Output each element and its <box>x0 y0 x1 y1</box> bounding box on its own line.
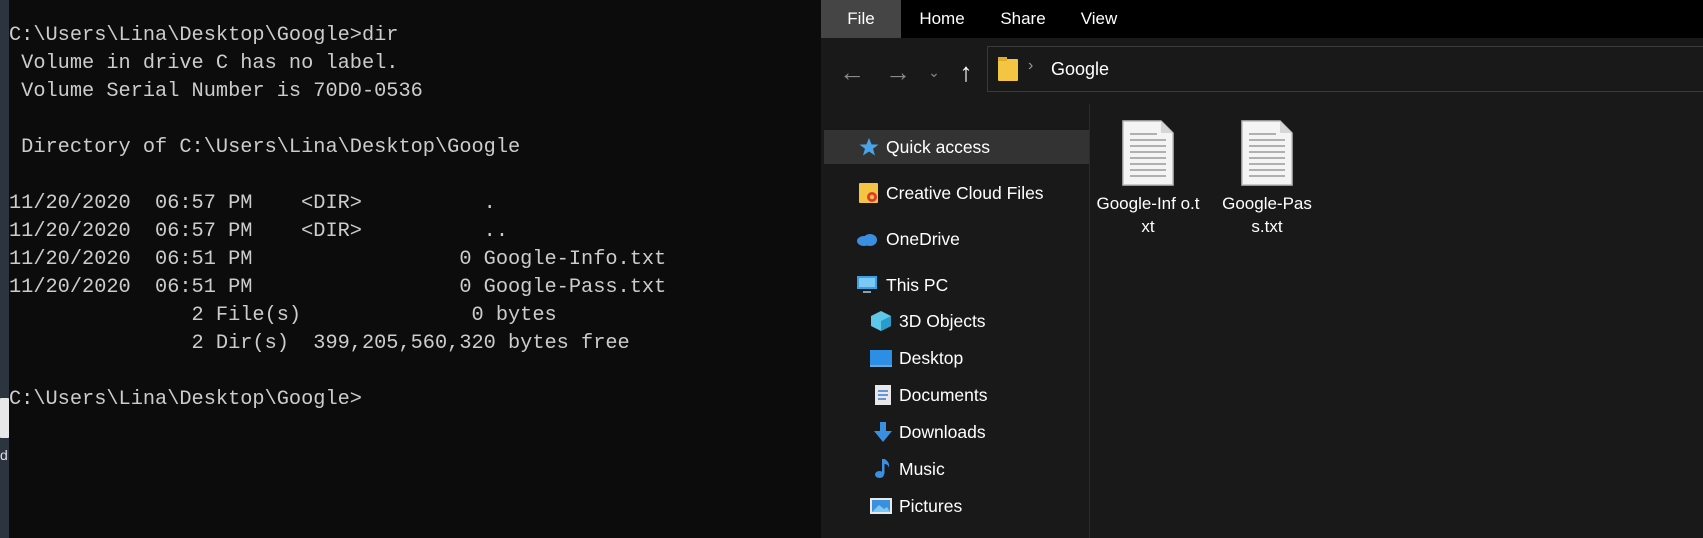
console-line: Directory of C:\Users\Lina\Desktop\Googl… <box>9 136 521 159</box>
music-note-icon <box>875 459 890 478</box>
file-name-label: Google-Inf o.txt <box>1096 194 1200 236</box>
up-arrow-icon[interactable]: ↑ <box>951 57 981 87</box>
back-arrow-icon[interactable]: ← <box>837 57 867 87</box>
nav-item-label: Pictures <box>899 496 963 516</box>
nav-item-label: 3D Objects <box>899 311 986 331</box>
onedrive-cloud-icon <box>857 234 877 246</box>
text-file-icon <box>1241 120 1293 186</box>
nav-item-label: Documents <box>899 385 988 405</box>
nav-item-label: Creative Cloud Files <box>886 183 1044 203</box>
navigation-pane: Quick access Creative Cloud Files OneDri… <box>821 104 1090 538</box>
breadcrumb-separator: › <box>1028 57 1034 74</box>
creative-cloud-folder-icon <box>859 183 878 203</box>
file-item-google-info[interactable]: Google-Inf o.txt <box>1095 104 1201 236</box>
desktop-icon-label: d <box>0 447 8 463</box>
nav-item-music[interactable]: Music <box>824 452 1089 486</box>
nav-item-label: Desktop <box>899 348 964 368</box>
console-line: Volume Serial Number is 70D0-0536 <box>9 80 423 103</box>
console-line: 11/20/2020 06:51 PM 0 Google-Info.txt <box>9 248 667 271</box>
download-arrow-icon <box>874 422 892 442</box>
breadcrumb-current-folder[interactable]: Google <box>1051 59 1109 80</box>
documents-icon <box>875 385 891 405</box>
nav-item-documents[interactable]: Documents <box>824 378 1089 412</box>
nav-item-label: Quick access <box>886 137 991 157</box>
nav-item-label: Music <box>899 459 945 479</box>
console-output: C:\Users\Lina\Desktop\Google>dir Volume … <box>9 22 666 414</box>
3d-objects-icon <box>871 311 891 331</box>
ribbon-tab-bar: File Home Share View <box>821 0 1703 38</box>
text-file-icon <box>1122 120 1174 186</box>
console-line: 2 Dir(s) 399,205,560,320 bytes free <box>9 332 630 355</box>
console-line: Volume in drive C has no label. <box>9 52 399 75</box>
tab-view[interactable]: View <box>1063 0 1135 38</box>
folder-icon <box>998 57 1018 81</box>
console-line: 11/20/2020 06:57 PM <DIR> . <box>9 192 496 215</box>
address-bar[interactable]: › Google <box>987 46 1703 92</box>
file-item-google-pass[interactable]: Google-Pas s.txt <box>1214 104 1320 236</box>
tab-home[interactable]: Home <box>901 0 983 38</box>
console-line: 11/20/2020 06:57 PM <DIR> .. <box>9 220 508 243</box>
nav-item-onedrive[interactable]: OneDrive <box>824 222 1089 256</box>
computer-icon <box>857 276 877 293</box>
star-icon <box>859 138 879 156</box>
nav-item-label: This PC <box>886 275 949 295</box>
forward-arrow-icon[interactable]: → <box>883 57 913 87</box>
pictures-icon <box>870 498 892 514</box>
nav-item-desktop[interactable]: Desktop <box>824 341 1089 375</box>
console-line: 11/20/2020 06:51 PM 0 Google-Pass.txt <box>9 276 667 299</box>
tab-file[interactable]: File <box>821 0 901 38</box>
desktop-file-icon[interactable] <box>0 398 9 438</box>
desktop-folder-icon <box>870 350 892 367</box>
console-line: 2 File(s) 0 bytes <box>9 304 557 327</box>
nav-item-label: Downloads <box>899 422 986 442</box>
command-prompt-window[interactable]: C:\Users\Lina\Desktop\Google>dir Volume … <box>9 0 821 538</box>
nav-item-3d-objects[interactable]: 3D Objects <box>824 304 1089 338</box>
tab-share[interactable]: Share <box>983 0 1063 38</box>
console-line: C:\Users\Lina\Desktop\Google> <box>9 388 362 411</box>
file-list-pane: Google-Inf o.txt Google-Pas s.txt <box>1090 104 1703 538</box>
file-explorer-window: File Home Share View ← → ⌄ ↑ › Google Qu… <box>821 0 1703 538</box>
console-line: C:\Users\Lina\Desktop\Google>dir <box>9 24 399 47</box>
nav-item-label: OneDrive <box>886 229 960 249</box>
recent-dropdown-icon[interactable]: ⌄ <box>919 57 949 87</box>
nav-item-quick-access[interactable]: Quick access <box>824 130 1089 164</box>
nav-item-this-pc[interactable]: This PC <box>824 268 1089 302</box>
navigation-bar: ← → ⌄ ↑ › Google <box>821 38 1703 104</box>
nav-item-downloads[interactable]: Downloads <box>824 415 1089 449</box>
file-name-label: Google-Pas s.txt <box>1222 194 1312 236</box>
nav-item-creative-cloud[interactable]: Creative Cloud Files <box>824 176 1089 210</box>
nav-item-pictures[interactable]: Pictures <box>824 489 1089 523</box>
